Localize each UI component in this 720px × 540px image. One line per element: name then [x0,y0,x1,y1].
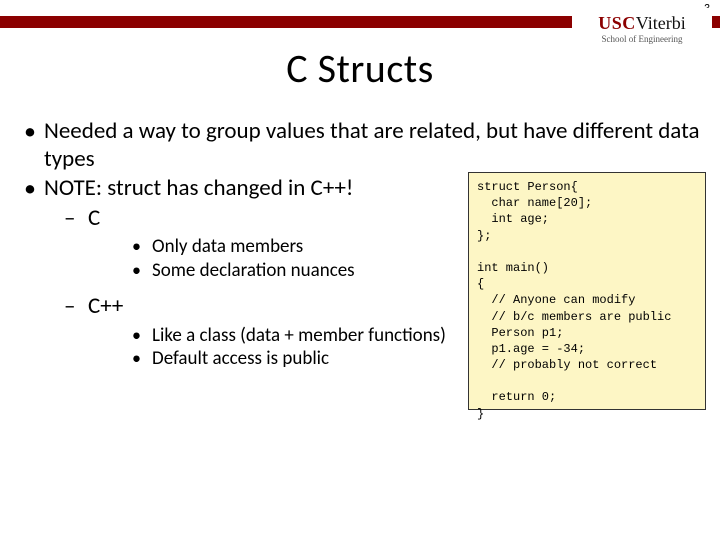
logo-subtext: School of Engineering [602,34,683,44]
sub-bullet-text: C++ [88,292,123,320]
code-example-box: struct Person{ char name[20]; int age; }… [468,172,706,410]
sub-bullet-text: C [88,204,100,232]
bullet-text: NOTE: struct has changed in C++! [44,174,353,202]
logo-usc-text: USC [598,13,636,33]
logo-viterbi-text: Viterbi [636,13,686,33]
logo-main-text: USCViterbi [598,14,685,32]
bullet-item: Needed a way to group values that are re… [20,118,700,173]
slide-title: C Structs [0,44,720,93]
